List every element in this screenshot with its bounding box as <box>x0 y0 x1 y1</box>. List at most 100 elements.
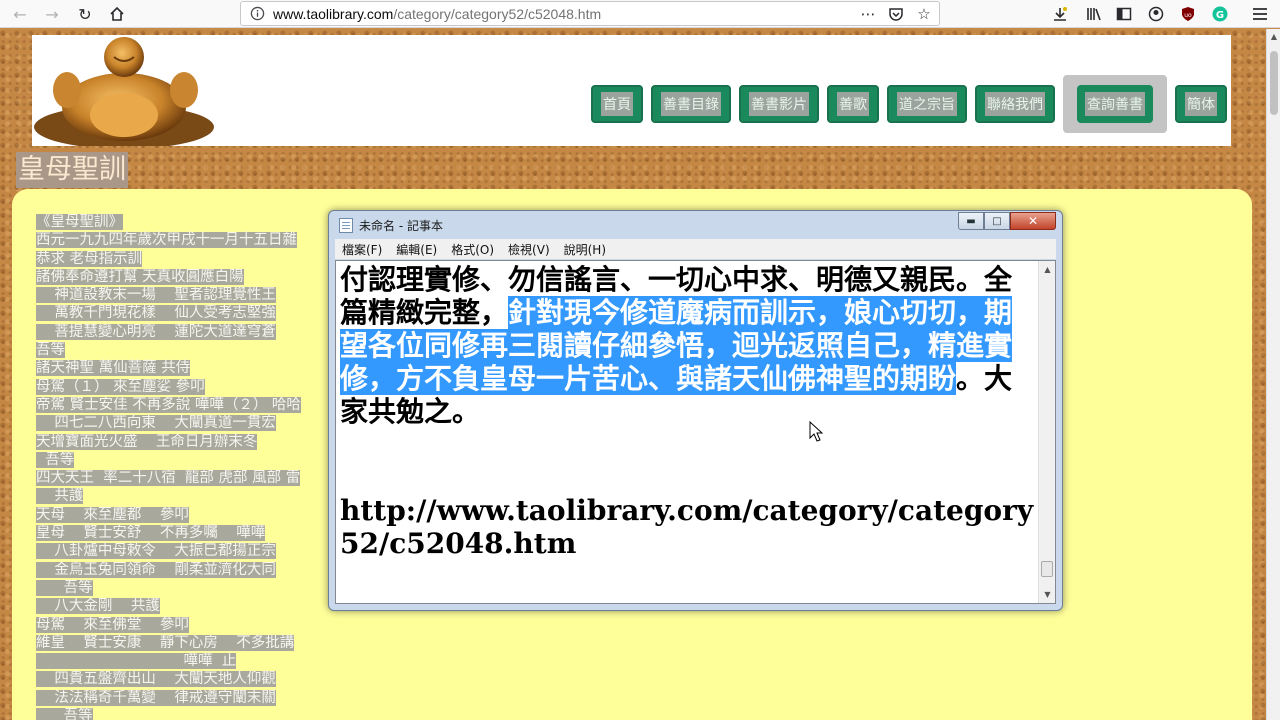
scroll-up-arrow-icon[interactable]: ▲ <box>1267 29 1280 43</box>
back-icon[interactable]: ← <box>8 2 32 26</box>
library-icon[interactable] <box>1082 2 1106 26</box>
nav-label: 善書目錄 <box>661 92 721 116</box>
nav-search-books-button[interactable]: 查詢善書 <box>1063 75 1167 133</box>
ublock-icon[interactable]: uo <box>1176 2 1200 26</box>
buddha-logo <box>34 37 214 146</box>
mouse-cursor-icon <box>809 421 823 442</box>
nav-label: 聯絡我們 <box>985 92 1045 116</box>
home-icon[interactable] <box>105 2 129 26</box>
scripture-line-text: 帝駕 賢士安佳 不再多說 嘩嘩（２） 哈哈 <box>36 396 301 413</box>
url-bar[interactable]: www.taolibrary.com/category/category52/c… <box>240 1 940 26</box>
notepad-scrollbar[interactable]: ▲ ▼ <box>1038 261 1055 603</box>
browser-toolbar: ← → ↻ www.taolibrary.com/category/catego… <box>0 0 1280 28</box>
scripture-line-text: 西元一九九四年歲次甲戌十一月十五日雜 <box>36 232 297 249</box>
scripture-line-text: 皇母 賢士安舒 不再多囑 嘩嘩 <box>36 525 266 542</box>
minimize-button[interactable]: ▬ <box>958 212 984 230</box>
notepad-text[interactable]: 付認理實修、勿信謠言、一切心中求、明德又親民。全篇精緻完整，針對現今修道魔病而訓… <box>340 263 1034 560</box>
url-text[interactable]: www.taolibrary.com/category/category52/c… <box>273 6 601 22</box>
notepad-titlebar[interactable]: 未命名 - 記事本 <box>339 215 443 235</box>
nav-label: 查詢善書 <box>1085 92 1145 116</box>
scripture-line: 天增寶面光火盛 王命日月辦末冬 <box>36 433 366 451</box>
scripture-line: 吾等 <box>36 707 366 720</box>
scripture-line-text: 四七二八西向東 大闡真道一貫宏 <box>36 415 276 432</box>
scripture-line: 諸佛奉命遵打幫 天真收圓應白陽 <box>36 268 366 286</box>
nav-book-catalog-button[interactable]: 善書目錄 <box>651 85 731 123</box>
menu-format[interactable]: 格式(O) <box>444 241 501 258</box>
scripture-line-text: 諸天神聖 萬仙菩薩 共侍 <box>36 360 191 377</box>
notepad-menubar: 檔案(F) 編輯(E) 格式(O) 檢視(V) 說明(H) <box>335 239 1056 259</box>
menu-icon[interactable] <box>1248 2 1272 26</box>
scroll-down-arrow-icon[interactable]: ▼ <box>1039 586 1055 603</box>
notepad-window[interactable]: 未命名 - 記事本 ▬ □ ✕ 檔案(F) 編輯(E) 格式(O) 檢視(V) … <box>328 210 1063 611</box>
menu-file[interactable]: 檔案(F) <box>335 241 389 258</box>
scripture-line: 八卦爐中母敕令 大振巳都揚正宗 <box>36 542 366 560</box>
scripture-text: 《皇母聖訓》 西元一九九四年歲次甲戌十一月十五日雜 恭求 老母指示訓 諸佛奉命遵打幫 … <box>36 213 366 720</box>
notepad-title: 未命名 - 記事本 <box>359 218 443 233</box>
scripture-line: 共護 <box>36 487 366 505</box>
download-icon[interactable] <box>1048 2 1072 26</box>
scripture-line-text: 共護 <box>36 488 84 505</box>
scripture-line-text: 萬教千門現花樣 仙人受考志堅強 <box>36 305 276 322</box>
nav-contact-button[interactable]: 聯絡我們 <box>975 85 1055 123</box>
menu-help[interactable]: 說明(H) <box>557 241 613 258</box>
scripture-line-text: 嘩嘩 止 <box>36 653 237 670</box>
nav-purpose-button[interactable]: 道之宗旨 <box>887 85 967 123</box>
notepad-url-line: http://www.taolibrary.com/category/categ… <box>340 494 1034 560</box>
scripture-line-text: 吾等 <box>36 451 75 468</box>
scripture-line-text: 八卦爐中母敕令 大振巳都揚正宗 <box>36 543 276 560</box>
page-scrollbar[interactable]: ▲ <box>1266 29 1280 720</box>
minimize-icon: ▬ <box>966 215 976 227</box>
scripture-line: 八大金剛 共護 <box>36 597 366 615</box>
scripture-line: 母駕 來至佛堂 參叩 <box>36 616 366 634</box>
scripture-line: 四大天王 率二十八宿 龍部 虎部 風部 雷 <box>36 469 366 487</box>
nav-label: 簡体 <box>1185 92 1217 116</box>
forward-icon[interactable]: → <box>40 2 64 26</box>
pocket-icon[interactable] <box>887 4 905 24</box>
scripture-line: 西元一九九四年歲次甲戌十一月十五日雜 <box>36 231 366 249</box>
scripture-line-text: 吾等 <box>36 342 65 359</box>
nav-book-videos-button[interactable]: 善書影片 <box>739 85 819 123</box>
scripture-line-text: 菩提慧變心明亮 蓮陀大道達穹蒼 <box>36 323 276 340</box>
nav-label: 善書影片 <box>749 92 809 116</box>
info-icon[interactable] <box>249 5 266 22</box>
notepad-scroll-thumb[interactable] <box>1041 561 1053 577</box>
site-nav: 首頁 善書目錄 善書影片 善歌 道之宗旨 聯絡我們 查詢善書 簡体 <box>591 75 1227 133</box>
scripture-line: 帝駕 賢士安佳 不再多說 嘩嘩（２） 哈哈 <box>36 396 366 414</box>
nav-label: 善歌 <box>837 92 869 116</box>
scripture-line-text: 金烏玉兔同領命 剛柔並濟化大同 <box>36 561 276 578</box>
sidebar-icon[interactable] <box>1112 2 1136 26</box>
scripture-line: 吾等 <box>36 579 366 597</box>
more-icon[interactable]: ⋯ <box>859 4 877 24</box>
scripture-line: 神道設教末一場 聖者認理覺性王 <box>36 286 366 304</box>
bookmark-star-icon[interactable]: ☆ <box>915 4 933 24</box>
nav-songs-button[interactable]: 善歌 <box>827 85 879 123</box>
scripture-line: 嘩嘩 止 <box>36 652 366 670</box>
scripture-line: 吾等 <box>36 341 366 359</box>
menu-view[interactable]: 檢視(V) <box>501 241 557 258</box>
scripture-line-text: 吾等 <box>36 579 93 596</box>
scripture-line-text: 母駕（１） 來至塵娑 參叩 <box>36 378 205 395</box>
site-header: 首頁 善書目錄 善書影片 善歌 道之宗旨 聯絡我們 查詢善書 簡体 <box>32 35 1231 146</box>
svg-text:uo: uo <box>1184 12 1192 19</box>
reload-icon[interactable]: ↻ <box>73 2 97 26</box>
scripture-line-text: 天增寶面光火盛 王命日月辦末冬 <box>36 433 258 450</box>
scripture-line-text: 四大天王 率二十八宿 龍部 虎部 風部 雷 <box>36 470 301 487</box>
nav-simplified-button[interactable]: 簡体 <box>1175 85 1227 123</box>
maximize-button[interactable]: □ <box>984 212 1010 230</box>
close-button[interactable]: ✕ <box>1010 212 1056 230</box>
scripture-line: 《皇母聖訓》 <box>36 213 366 231</box>
nav-label: 首頁 <box>601 92 633 116</box>
scripture-line: 諸天神聖 萬仙菩薩 共侍 <box>36 359 366 377</box>
scroll-thumb[interactable] <box>1270 51 1278 115</box>
scripture-line: 金烏玉兔同領命 剛柔並濟化大同 <box>36 561 366 579</box>
grammarly-icon[interactable]: G <box>1208 2 1232 26</box>
nav-home-button[interactable]: 首頁 <box>591 85 643 123</box>
notepad-icon <box>339 217 353 233</box>
scripture-line-text: 神道設教末一場 聖者認理覺性王 <box>36 287 276 304</box>
notepad-text-area[interactable]: 付認理實修、勿信謠言、一切心中求、明德又親民。全篇精緻完整，針對現今修道魔病而訓… <box>335 260 1056 604</box>
menu-edit[interactable]: 編輯(E) <box>389 241 444 258</box>
scroll-up-arrow-icon[interactable]: ▲ <box>1039 261 1055 278</box>
account-icon[interactable] <box>1144 2 1168 26</box>
nav-label: 道之宗旨 <box>897 92 957 116</box>
scripture-line-text: 天母 來至塵都 參叩 <box>36 506 189 523</box>
